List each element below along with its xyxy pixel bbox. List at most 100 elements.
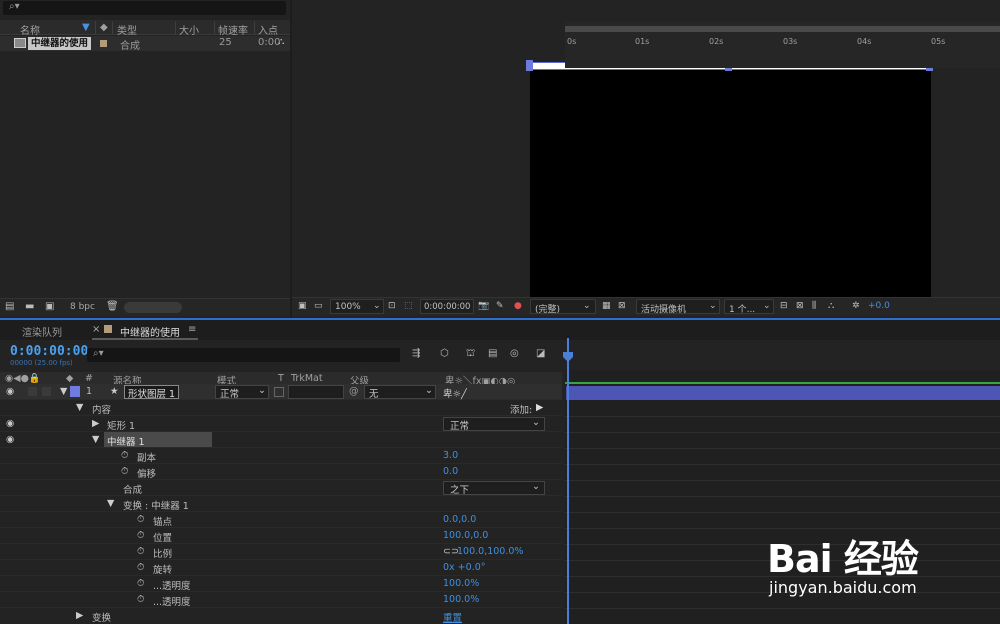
project-search-input[interactable]: ⌕▾ bbox=[3, 1, 286, 15]
col-name[interactable]: 名称 bbox=[20, 22, 40, 37]
eye-icon[interactable]: ◉ bbox=[6, 418, 14, 429]
scale-value[interactable]: 100.0,100.0% bbox=[457, 546, 523, 557]
fast-preview-icon[interactable]: ▦ bbox=[602, 301, 611, 311]
stopwatch-icon[interactable]: ⏱ bbox=[121, 450, 128, 461]
draft-3d-icon[interactable]: ⬡ bbox=[440, 348, 449, 359]
anchor-value[interactable]: 0.0,0.0 bbox=[443, 514, 476, 525]
views-dropdown[interactable]: 1 个... ⌄ bbox=[724, 299, 774, 315]
project-item-row[interactable]: 中继器的使用 合成 25 0:00 ⛬ bbox=[0, 36, 290, 52]
expand-arrow-icon[interactable]: ▶ bbox=[76, 610, 83, 621]
timeline-icon[interactable]: ⫼ bbox=[812, 301, 816, 311]
region-interest-icon[interactable]: ⬚ bbox=[404, 301, 413, 311]
sort-arrow-icon[interactable]: ▼ bbox=[82, 22, 90, 33]
offset-value[interactable]: 0.0 bbox=[443, 466, 458, 477]
selection-handle-left[interactable] bbox=[526, 60, 533, 71]
show-snapshot-icon[interactable]: ✎ bbox=[496, 301, 504, 311]
stopwatch-icon[interactable]: ⏱ bbox=[137, 594, 144, 605]
stopwatch-icon[interactable]: ⏱ bbox=[137, 514, 144, 525]
col-size[interactable]: 大小 bbox=[179, 22, 199, 37]
reset-exposure-icon[interactable]: ⊠ bbox=[796, 301, 804, 311]
lock-box[interactable] bbox=[42, 387, 51, 396]
rectangle-mode-dropdown[interactable]: 正常 ⌄ bbox=[443, 417, 545, 432]
bit-depth-button[interactable]: 8 bpc bbox=[70, 302, 95, 312]
preserve-transparency-box[interactable] bbox=[274, 387, 284, 397]
copies-row[interactable]: ⏱ 副本 3.0 bbox=[0, 448, 562, 464]
rotation-row[interactable]: ⏱ 旋转 0x +0.0° bbox=[0, 560, 562, 576]
delete-icon[interactable]: 🗑 bbox=[106, 301, 119, 312]
stopwatch-icon[interactable]: ⏱ bbox=[137, 546, 144, 557]
layer-row[interactable]: ◉ ▼ 1 ★ 形状图层 1 正常 ⌄ @ 无 ⌄ 卑☼╱ bbox=[0, 384, 562, 400]
end-opacity-row[interactable]: ⏱ ...透明度 100.0% bbox=[0, 592, 562, 608]
channel-icon[interactable]: ● bbox=[514, 301, 522, 311]
parent-dropdown[interactable]: 无 ⌄ bbox=[364, 385, 436, 400]
exposure-icon[interactable]: ✲ bbox=[852, 301, 860, 311]
col-rate[interactable]: 帧速率 bbox=[218, 22, 248, 37]
comp-mini-flowchart-icon[interactable]: ⇶ bbox=[412, 348, 420, 359]
pickwhip-icon[interactable]: @ bbox=[349, 386, 359, 397]
frame-blending-icon[interactable]: ▤ bbox=[488, 348, 497, 359]
play-circle-icon[interactable]: ▶ bbox=[536, 402, 543, 413]
always-preview-icon[interactable]: ▣ bbox=[298, 301, 307, 311]
col-type[interactable]: 类型 bbox=[117, 22, 137, 37]
col-in[interactable]: 入点 bbox=[258, 22, 278, 37]
eye-icon[interactable]: ◉ bbox=[6, 434, 14, 445]
col-t[interactable]: T bbox=[278, 373, 284, 384]
camera-snapshot-icon[interactable]: 📷 bbox=[478, 301, 489, 311]
repeater-row[interactable]: ◉ ▼ 中继器 1 bbox=[0, 432, 562, 448]
copies-value[interactable]: 3.0 bbox=[443, 450, 458, 461]
playhead[interactable] bbox=[567, 338, 569, 624]
flowchart-icon[interactable]: ⛬ bbox=[278, 37, 284, 47]
graph-editor-icon[interactable]: ◪ bbox=[536, 348, 545, 359]
eye-icon[interactable]: ◉ bbox=[6, 386, 14, 397]
stopwatch-icon[interactable]: ⏱ bbox=[121, 466, 128, 477]
expand-arrow-icon[interactable]: ▼ bbox=[60, 386, 67, 397]
hide-shy-icon[interactable]: ⛫ bbox=[466, 348, 475, 361]
interpret-footage-icon[interactable]: ▤ bbox=[5, 301, 14, 312]
transparency-grid-icon[interactable]: ⊠ bbox=[618, 301, 626, 311]
anchor-row[interactable]: ⏱ 锚点 0.0,0.0 bbox=[0, 512, 562, 528]
composite-dropdown[interactable]: 之下 ⌄ bbox=[443, 481, 545, 496]
exposure-value[interactable]: +0.0 bbox=[868, 301, 890, 311]
start-opacity-value[interactable]: 100.0% bbox=[443, 578, 479, 589]
menu-icon[interactable]: ≡ bbox=[188, 324, 196, 335]
work-area-bar[interactable] bbox=[565, 26, 1000, 32]
add-button[interactable]: 添加: bbox=[510, 402, 532, 416]
time-ruler[interactable]: 0s 01s 02s 03s 04s 05s bbox=[565, 22, 1000, 68]
reset-link[interactable]: 重置 bbox=[443, 610, 462, 624]
layer-name[interactable]: 形状图层 1 bbox=[124, 385, 180, 400]
trkmat-dropdown[interactable] bbox=[288, 385, 344, 399]
position-row[interactable]: ⏱ 位置 100.0,0.0 bbox=[0, 528, 562, 544]
resolution-dropdown[interactable]: (完整) ⌄ bbox=[530, 299, 596, 315]
toggle-pixel-icon[interactable]: ⊟ bbox=[780, 301, 788, 311]
monitor-icon[interactable]: ▭ bbox=[314, 301, 323, 311]
motion-blur-icon[interactable]: ◎ bbox=[510, 348, 519, 359]
rotation-value[interactable]: 0x +0.0° bbox=[443, 562, 486, 573]
label-color-swatch[interactable] bbox=[70, 386, 80, 397]
start-opacity-row[interactable]: ⏱ ...透明度 100.0% bbox=[0, 576, 562, 592]
tab-composition[interactable]: × 中继器的使用 ≡ bbox=[92, 322, 198, 340]
position-value[interactable]: 100.0,0.0 bbox=[443, 530, 488, 541]
flowchart-icon[interactable]: ⛬ bbox=[828, 301, 834, 311]
current-time-display[interactable]: 0:00:00:00 bbox=[10, 344, 88, 359]
layer-search-input[interactable]: ⌕▾ bbox=[87, 348, 400, 362]
repeater-transform-row[interactable]: ▼ 变换 : 中继器 1 bbox=[0, 496, 562, 512]
stopwatch-icon[interactable]: ⏱ bbox=[137, 562, 144, 573]
close-icon[interactable]: × bbox=[92, 324, 100, 335]
new-comp-icon[interactable]: ▣ bbox=[45, 301, 54, 312]
fit-icon[interactable]: ⊡ bbox=[388, 301, 396, 311]
composition-canvas[interactable] bbox=[530, 64, 931, 298]
offset-row[interactable]: ⏱ 偏移 0.0 bbox=[0, 464, 562, 480]
horizontal-scrollbar[interactable] bbox=[124, 302, 182, 313]
expand-arrow-icon[interactable]: ▼ bbox=[92, 434, 99, 445]
layer-duration-bar[interactable] bbox=[566, 386, 1000, 400]
transform-row[interactable]: ▶ 变换 重置 bbox=[0, 608, 562, 624]
col-trkmat[interactable]: TrkMat bbox=[291, 373, 323, 384]
layer-switches-icon[interactable]: 卑☼╱ bbox=[443, 386, 467, 400]
timecode-display[interactable]: 0:00:00:00 bbox=[420, 299, 474, 314]
layer-mode-dropdown[interactable]: 正常 ⌄ bbox=[215, 385, 269, 400]
composite-row[interactable]: 合成 之下 ⌄ bbox=[0, 480, 562, 496]
content-row[interactable]: ▼ 内容 添加: ▶ bbox=[0, 400, 562, 416]
camera-dropdown[interactable]: 活动摄像机 ⌄ bbox=[636, 299, 720, 315]
new-folder-icon[interactable]: ▬ bbox=[25, 301, 34, 312]
rectangle-row[interactable]: ◉ ▶ 矩形 1 正常 ⌄ bbox=[0, 416, 562, 432]
